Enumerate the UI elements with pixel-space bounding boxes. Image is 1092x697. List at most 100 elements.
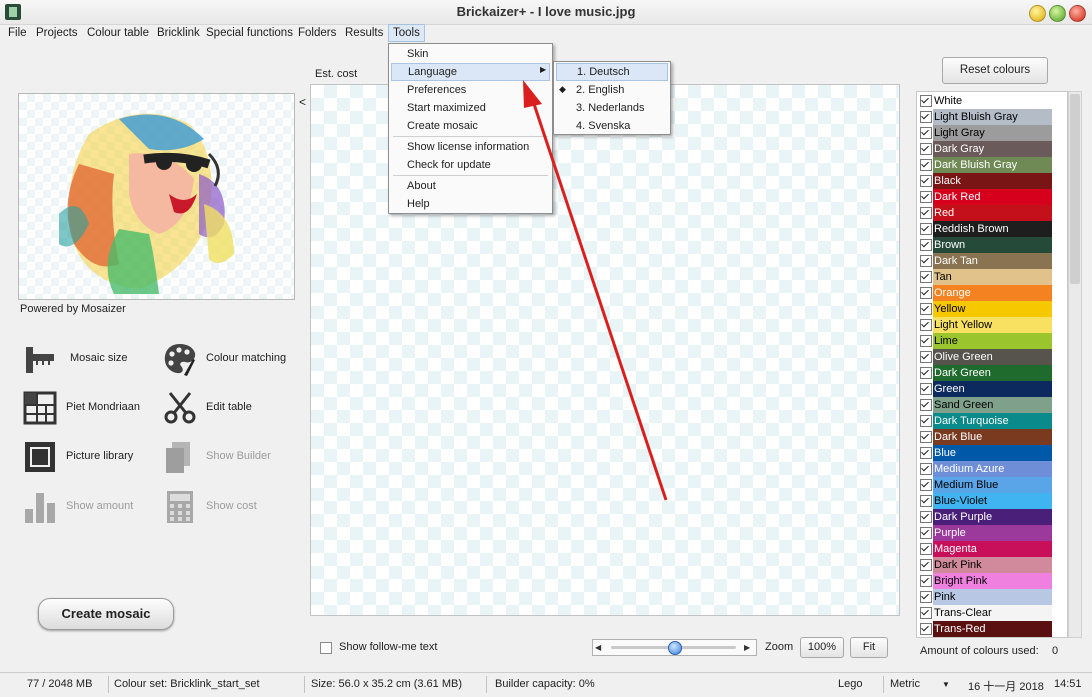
colour-checkbox[interactable] <box>920 495 932 507</box>
language-item-nederlands[interactable]: 3. Nederlands <box>556 99 668 117</box>
menu-colour-table[interactable]: Colour table <box>83 24 153 42</box>
menu-item-check-update[interactable]: Check for update <box>391 156 550 174</box>
colour-row[interactable]: Pink <box>917 589 1067 605</box>
menu-results[interactable]: Results <box>341 24 387 42</box>
colour-checkbox[interactable] <box>920 223 932 235</box>
mosaic-size-button[interactable]: Mosaic size <box>22 341 132 377</box>
colour-row[interactable]: Dark Red <box>917 189 1067 205</box>
menu-item-skin[interactable]: Skin <box>391 45 550 63</box>
colour-row[interactable]: Black <box>917 173 1067 189</box>
menu-projects[interactable]: Projects <box>32 24 82 42</box>
show-amount-button[interactable]: Show amount <box>22 489 142 525</box>
colour-checkbox[interactable] <box>920 319 932 331</box>
colour-checkbox[interactable] <box>920 367 932 379</box>
menu-item-start-maximized[interactable]: Start maximized <box>391 99 550 117</box>
language-item-english[interactable]: 2. English <box>556 81 668 99</box>
menu-folders[interactable]: Folders <box>294 24 340 42</box>
colour-checkbox[interactable] <box>920 447 932 459</box>
colour-matching-button[interactable]: Colour matching <box>162 341 292 377</box>
colour-checkbox[interactable] <box>920 607 932 619</box>
fit-button[interactable]: Fit <box>850 637 888 658</box>
colour-checkbox[interactable] <box>920 623 932 635</box>
colour-checkbox[interactable] <box>920 575 932 587</box>
colour-row[interactable]: Blue-Violet <box>917 493 1067 509</box>
colour-row[interactable]: Light Yellow <box>917 317 1067 333</box>
colour-checkbox[interactable] <box>920 239 932 251</box>
colour-row[interactable]: Brown <box>917 237 1067 253</box>
reset-colours-button[interactable]: Reset colours <box>942 57 1048 84</box>
colour-checkbox[interactable] <box>920 399 932 411</box>
colour-checkbox[interactable] <box>920 431 932 443</box>
unit-dropdown-icon[interactable]: ▼ <box>942 680 950 689</box>
language-item-svenska[interactable]: 4. Svenska <box>556 117 668 135</box>
maximize-button[interactable] <box>1049 5 1066 22</box>
menu-item-create-mosaic[interactable]: Create mosaic <box>391 117 550 135</box>
colour-checkbox[interactable] <box>920 271 932 283</box>
show-cost-button[interactable]: Show cost <box>162 489 282 525</box>
colour-checkbox[interactable] <box>920 207 932 219</box>
colour-checkbox[interactable] <box>920 463 932 475</box>
minimize-button[interactable] <box>1029 5 1046 22</box>
language-item-deutsch[interactable]: 1. Deutsch <box>556 63 668 81</box>
colour-row[interactable]: Dark Gray <box>917 141 1067 157</box>
colour-row[interactable]: Olive Green <box>917 349 1067 365</box>
collapse-panel-button[interactable]: < <box>299 95 306 109</box>
colour-row[interactable]: White <box>917 93 1067 109</box>
slider-right-arrow-icon[interactable]: ▶ <box>744 643 750 652</box>
colour-row[interactable]: Dark Pink <box>917 557 1067 573</box>
colour-checkbox[interactable] <box>920 191 932 203</box>
colour-row[interactable]: Trans-Red <box>917 621 1067 637</box>
colour-row[interactable]: Dark Purple <box>917 509 1067 525</box>
colour-row[interactable]: Bright Pink <box>917 573 1067 589</box>
colour-row[interactable]: Light Gray <box>917 125 1067 141</box>
menu-item-about[interactable]: About <box>391 177 550 195</box>
colour-row[interactable]: Tan <box>917 269 1067 285</box>
menu-item-preferences[interactable]: Preferences <box>391 81 550 99</box>
colour-checkbox[interactable] <box>920 479 932 491</box>
colour-row[interactable]: Purple <box>917 525 1067 541</box>
colour-checkbox[interactable] <box>920 143 932 155</box>
colour-checkbox[interactable] <box>920 95 932 107</box>
colour-row[interactable]: Medium Blue <box>917 477 1067 493</box>
colour-checkbox[interactable] <box>920 383 932 395</box>
follow-me-checkbox[interactable] <box>320 642 332 654</box>
colour-checkbox[interactable] <box>920 415 932 427</box>
piet-mondriaan-button[interactable]: Piet Mondriaan <box>22 390 142 426</box>
zoom-100-button[interactable]: 100% <box>800 637 844 658</box>
menu-item-language[interactable]: Language <box>391 63 550 81</box>
colour-checkbox[interactable] <box>920 559 932 571</box>
colour-row[interactable]: Medium Azure <box>917 461 1067 477</box>
colour-row[interactable]: Reddish Brown <box>917 221 1067 237</box>
colour-row[interactable]: Magenta <box>917 541 1067 557</box>
menu-item-show-license[interactable]: Show license information <box>391 138 550 156</box>
menu-file[interactable]: File <box>4 24 31 42</box>
colour-checkbox[interactable] <box>920 111 932 123</box>
colour-row[interactable]: Trans-Clear <box>917 605 1067 621</box>
zoom-slider[interactable]: ◀ ▶ <box>592 639 757 656</box>
colour-checkbox[interactable] <box>920 127 932 139</box>
colour-list-scrollbar[interactable] <box>1068 91 1082 638</box>
picture-library-button[interactable]: Picture library <box>22 439 142 475</box>
colour-row[interactable]: Yellow <box>917 301 1067 317</box>
colour-checkbox[interactable] <box>920 255 932 267</box>
colour-row[interactable]: Dark Blue <box>917 429 1067 445</box>
colour-row[interactable]: Dark Green <box>917 365 1067 381</box>
slider-thumb[interactable] <box>667 641 682 655</box>
colour-checkbox[interactable] <box>920 527 932 539</box>
colour-checkbox[interactable] <box>920 591 932 603</box>
colour-checkbox[interactable] <box>920 303 932 315</box>
colour-row[interactable]: Light Bluish Gray <box>917 109 1067 125</box>
colour-row[interactable]: Blue <box>917 445 1067 461</box>
menu-item-help[interactable]: Help <box>391 195 550 213</box>
show-builder-button[interactable]: Show Builder <box>162 439 282 475</box>
colour-row[interactable]: Dark Tan <box>917 253 1067 269</box>
menu-bricklink[interactable]: Bricklink <box>153 24 204 42</box>
edit-table-button[interactable]: Edit table <box>162 390 272 426</box>
colour-checkbox[interactable] <box>920 175 932 187</box>
colour-row[interactable]: Dark Bluish Gray <box>917 157 1067 173</box>
colour-checkbox[interactable] <box>920 287 932 299</box>
colour-checkbox[interactable] <box>920 159 932 171</box>
colour-checkbox[interactable] <box>920 511 932 523</box>
colour-row[interactable]: Red <box>917 205 1067 221</box>
colour-row[interactable]: Green <box>917 381 1067 397</box>
